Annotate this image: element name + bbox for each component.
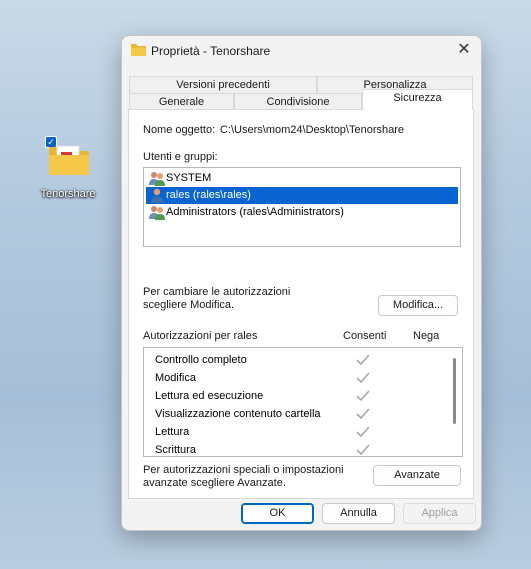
- tab-sicurezza[interactable]: Sicurezza: [362, 89, 473, 110]
- close-button[interactable]: ✕: [449, 37, 479, 63]
- cancel-button[interactable]: Annulla: [322, 503, 395, 524]
- allow-column-header: Consenti: [343, 330, 387, 342]
- group-icon: [149, 172, 165, 186]
- list-item-rales[interactable]: rales (rales\rales): [146, 187, 458, 204]
- permission-name: Controllo completo: [155, 354, 247, 366]
- window-title: Proprietà - Tenorshare: [151, 44, 271, 58]
- check-icon: [356, 408, 370, 420]
- check-icon: [356, 354, 370, 366]
- advanced-text-1: Per autorizzazioni speciali o impostazio…: [143, 464, 344, 476]
- check-icon: [356, 444, 370, 456]
- permission-row-scrittura: Scrittura: [155, 441, 455, 456]
- properties-window: Proprietà - Tenorshare ✕ Versioni preced…: [121, 35, 482, 531]
- security-tab-panel: Nome oggetto: C:\Users\mom24\Desktop\Ten…: [128, 109, 474, 499]
- permissions-list[interactable]: Controllo completo Modifica Lettura ed e…: [143, 347, 463, 457]
- deny-column-header: Nega: [413, 330, 440, 342]
- permission-row-lettura: Lettura: [155, 423, 455, 441]
- permission-name: Visualizzazione contenuto cartella: [155, 408, 321, 420]
- object-name-label: Nome oggetto:: [143, 124, 216, 136]
- folder-icon: [131, 44, 146, 56]
- permission-row-visualizzazione: Visualizzazione contenuto cartella: [155, 405, 455, 423]
- permission-name: Modifica: [155, 372, 196, 384]
- permission-name: Scrittura: [155, 444, 196, 456]
- permission-name: Lettura ed esecuzione: [155, 390, 264, 402]
- advanced-button[interactable]: Avanzate: [373, 465, 461, 486]
- list-item-administrators[interactable]: Administrators (rales\Administrators): [146, 204, 458, 221]
- list-item-system[interactable]: SYSTEM: [146, 170, 458, 187]
- tab-versioni-precedenti[interactable]: Versioni precedenti: [129, 76, 317, 94]
- title-bar: Proprietà - Tenorshare ✕: [122, 36, 481, 66]
- apply-button[interactable]: Applica: [403, 503, 476, 524]
- change-permissions-text-1: Per cambiare le autorizzazioni: [143, 286, 291, 298]
- permission-row-modifica: Modifica: [155, 369, 455, 387]
- folder-icon: [49, 145, 89, 175]
- check-icon: [356, 390, 370, 402]
- user-name: SYSTEM: [166, 172, 212, 184]
- ok-button[interactable]: OK: [241, 503, 314, 524]
- modify-button[interactable]: Modifica...: [378, 295, 458, 316]
- object-name-value: C:\Users\mom24\Desktop\Tenorshare: [220, 124, 405, 136]
- check-icon: [356, 372, 370, 384]
- permission-name: Lettura: [155, 426, 190, 438]
- change-permissions-text-2: scegliere Modifica.: [143, 299, 235, 311]
- users-listbox[interactable]: SYSTEM rales (rales\rales) Administrator…: [143, 167, 461, 247]
- user-name: Administrators (rales\Administrators): [166, 206, 344, 218]
- group-icon: [149, 206, 165, 220]
- desktop-icon-label: Tenorshare: [40, 188, 96, 200]
- check-icon: [356, 426, 370, 438]
- permission-row-controllo-completo: Controllo completo: [155, 351, 455, 369]
- users-groups-label: Utenti e gruppi:: [143, 151, 218, 163]
- permission-row-lettura-esecuzione: Lettura ed esecuzione: [155, 387, 455, 405]
- permissions-scrollbar[interactable]: [453, 358, 456, 424]
- user-icon: [151, 188, 163, 203]
- permissions-label: Autorizzazioni per rales: [143, 330, 258, 342]
- user-name: rales (rales\rales): [166, 189, 251, 201]
- advanced-text-2: avanzate scegliere Avanzate.: [143, 477, 286, 489]
